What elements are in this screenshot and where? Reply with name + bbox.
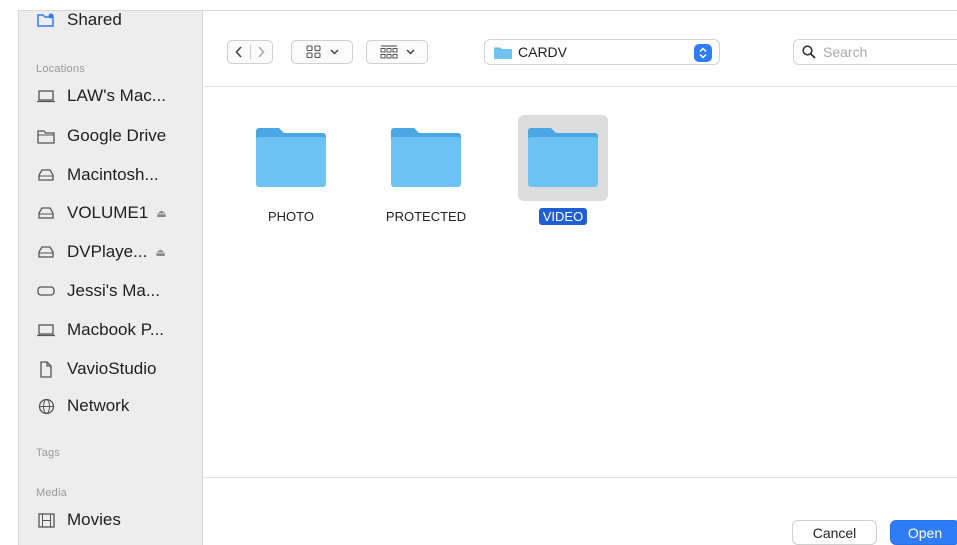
back-button[interactable]	[228, 46, 250, 58]
nav-buttons	[227, 40, 273, 64]
sidebar-item-macintosh[interactable]: Macintosh...	[19, 160, 203, 190]
sidebar-item-label: LAW's Mac...	[67, 86, 166, 105]
file-name: PROTECTED	[385, 209, 467, 224]
sidebar-item-label: Movies	[67, 510, 121, 529]
sidebar-item-shared[interactable]: Shared	[19, 10, 203, 35]
folder-icon	[518, 115, 608, 201]
film-icon	[37, 511, 55, 529]
media-heading: Media	[36, 487, 67, 499]
sidebar-item-label: Shared	[67, 10, 122, 29]
file-name: PHOTO	[268, 209, 314, 224]
eject-icon[interactable]: ⏏	[155, 246, 165, 259]
current-folder-label: CARDV	[518, 44, 568, 60]
sidebar-item-label: Jessi's Ma...	[67, 281, 160, 300]
folder-outline-icon	[37, 127, 55, 145]
folder-icon	[494, 47, 512, 59]
search-field[interactable]: Search	[793, 39, 957, 65]
sidebar-item-label: Macbook P...	[67, 320, 165, 339]
open-button[interactable]: Open	[890, 520, 957, 545]
chevron-down-icon	[405, 49, 415, 55]
sidebar-item-movies[interactable]: Movies	[19, 505, 203, 535]
sidebar-item-volume1[interactable]: VOLUME1 ⏏	[19, 198, 203, 228]
cancel-button[interactable]: Cancel	[792, 520, 877, 545]
search-icon	[802, 45, 816, 59]
sidebar-item-google-drive[interactable]: Google Drive	[19, 121, 203, 151]
sidebar-item-label: DVPlaye...	[67, 242, 148, 261]
search-placeholder: Search	[823, 44, 868, 60]
sidebar-item-label: Macintosh...	[67, 165, 159, 184]
toolbar: CARDV Search	[204, 11, 957, 87]
updown-chevron-icon	[694, 44, 712, 62]
sidebar-item-network[interactable]: Network	[19, 391, 203, 421]
file-item-video[interactable]: VIDEO	[513, 113, 613, 238]
location-popup[interactable]: CARDV	[484, 39, 720, 65]
locations-heading: Locations	[36, 63, 85, 75]
shared-folder-icon	[37, 11, 55, 29]
sidebar-item-laws-mac[interactable]: LAW's Mac...	[19, 81, 203, 111]
view-mode-button[interactable]	[291, 40, 353, 64]
disk-icon	[37, 243, 55, 261]
laptop-icon	[37, 321, 55, 339]
tags-heading: Tags	[36, 447, 61, 459]
document-icon	[37, 360, 55, 378]
disk-icon	[37, 204, 55, 222]
file-item-photo[interactable]: PHOTO	[241, 113, 341, 238]
sidebar-item-label: Network	[67, 396, 130, 415]
file-item-protected[interactable]: PROTECTED	[376, 113, 476, 238]
file-name: VIDEO	[538, 208, 588, 225]
file-open-dialog: Shared Locations LAW's Mac... Google Dri…	[18, 10, 957, 545]
chevron-left-icon	[235, 46, 242, 58]
drive-icon	[37, 282, 55, 300]
sidebar-item-dvplayer[interactable]: DVPlaye... ⏏	[19, 237, 203, 267]
folder-icon	[246, 115, 336, 201]
folder-icon	[381, 115, 471, 201]
forward-button[interactable]	[250, 46, 272, 58]
laptop-icon	[37, 87, 55, 105]
globe-icon	[37, 397, 55, 415]
content-area: CARDV Search PHOTO PROTECTED VIDEO Cance…	[204, 11, 957, 545]
sidebar-item-label: Google Drive	[67, 126, 167, 145]
sidebar: Shared Locations LAW's Mac... Google Dri…	[19, 11, 203, 545]
chevron-right-icon	[258, 46, 265, 58]
sidebar-item-viviostudio[interactable]: VavioStudio	[19, 354, 203, 384]
sidebar-item-label: VOLUME1	[67, 203, 149, 222]
dialog-footer: Cancel Open	[204, 477, 957, 545]
icon-grid-icon	[305, 45, 321, 59]
sidebar-item-macbook-p[interactable]: Macbook P...	[19, 315, 203, 345]
file-grid: PHOTO PROTECTED VIDEO	[204, 88, 957, 477]
group-grid-icon	[380, 44, 397, 58]
sidebar-item-jessis-mac[interactable]: Jessi's Ma...	[19, 276, 203, 306]
sidebar-item-label: VavioStudio	[67, 359, 157, 378]
chevron-down-icon	[329, 49, 339, 55]
disk-icon	[37, 166, 55, 184]
group-by-button[interactable]	[366, 40, 428, 64]
eject-icon[interactable]: ⏏	[156, 207, 166, 220]
